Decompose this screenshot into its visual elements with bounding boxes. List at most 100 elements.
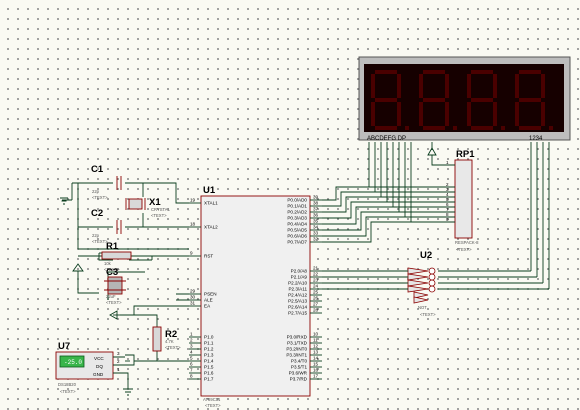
segment (371, 102, 375, 126)
u2-part: NOT (418, 305, 427, 310)
segment (471, 126, 493, 130)
segment (467, 74, 471, 98)
resistor-pack-rp1[interactable]: RP1 RESPACK-8 <TEXT> (454, 149, 479, 252)
c2-ref: C2 (91, 208, 103, 219)
u1-pin-name: ALE (204, 298, 213, 303)
u1-pin-num: 9 (190, 251, 193, 256)
u1-pin-num: 1 (190, 332, 193, 337)
u1-pin-name: P3.3/INT1 (286, 353, 307, 358)
not-gate (407, 279, 429, 287)
u1-pin-num: 38 (313, 201, 319, 206)
u1-pin-num: 14 (313, 356, 319, 361)
u2-text: <TEXT> (420, 312, 436, 317)
rp1-text: <TEXT> (456, 247, 472, 252)
u1-pin-name: P3.2/INT0 (286, 347, 307, 352)
u1-pin-name: P2.2/A10 (288, 281, 307, 286)
u1-pin-name: P3.6/WR (289, 371, 308, 376)
x1-text: <TEXT> (151, 213, 167, 218)
rp1-value: RESPACK-8 (455, 240, 479, 245)
u7-pin-num-3: 3 (117, 351, 120, 356)
segment (519, 126, 541, 130)
u1-ref: U1 (203, 185, 216, 196)
u1-pin-num: 17 (313, 374, 319, 379)
u1-pin-num: 7 (190, 368, 193, 373)
crystal-x1[interactable]: X1 CRYSTAL <TEXT> (125, 197, 171, 218)
u1-pin-name: P1.0 (204, 335, 214, 340)
u1-pin-name: P0.0/AD0 (287, 198, 307, 203)
u7-pin-dq: DQ (96, 364, 103, 369)
u1-pin-name: XTAL2 (204, 225, 218, 230)
u1-pin-num: 5 (190, 356, 193, 361)
r2-value: 4.7K (165, 339, 174, 344)
u7-pin-gnd: GND (93, 372, 104, 377)
rp1-ref: RP1 (456, 149, 475, 160)
u1-pin-name: P2.6/A14 (288, 305, 307, 310)
u1-pin-num: 21 (313, 266, 319, 271)
not-gate (407, 267, 429, 275)
not-gate-bubble (428, 267, 436, 275)
segment (493, 102, 497, 126)
u1-pin-name: P3.1/TXD (287, 341, 308, 346)
u1-pin-name: P2.4/A12 (288, 293, 307, 298)
inverter-u2[interactable]: U2 NOT <TEXT> (407, 250, 436, 317)
capacitor-c3[interactable]: C3 22uF <TEXT> (104, 267, 126, 305)
u1-pin-num: 36 (313, 213, 319, 218)
schematic-canvas[interactable]: ABCDEFG DP 1234 RP1 RESPACK-8 <TEXT> 123… (0, 0, 580, 410)
segment (515, 102, 519, 126)
u1-pin-name: P2.5/A13 (288, 299, 307, 304)
u1-pin-num: 15 (313, 362, 319, 367)
r1-ref: R1 (106, 241, 119, 252)
u7-pin-num-2: 2 (117, 359, 120, 364)
segment (515, 74, 519, 98)
u1-pin-num: 23 (313, 278, 319, 283)
segment (423, 70, 445, 74)
microcontroller-u1[interactable]: U1 AT89C51 <TEXT> 19XTAL118XTAL29RST29PS… (189, 185, 322, 408)
c1-ref: C1 (91, 164, 104, 175)
u1-pin-name: P2.1/A9 (291, 275, 308, 280)
not-gate-bubble (428, 273, 436, 281)
sensor-u7[interactable]: -25.0 U7 DS18B20 <TEXT> VCC DQ GND 3 2 1 (55, 341, 120, 394)
ground-icon (60, 197, 68, 205)
not-gate-bubble (428, 279, 436, 287)
u7-ref: U7 (58, 341, 70, 352)
u1-pin-name: P2.3/A11 (288, 287, 307, 292)
u7-pin-vcc: VCC (94, 356, 104, 361)
segment (375, 126, 397, 130)
u1-pin-num: 4 (190, 350, 193, 355)
not-gate-bubble (428, 285, 436, 293)
segment (397, 74, 401, 98)
u1-pin-num: 29 (190, 289, 196, 294)
u1-pin-num: 3 (190, 344, 193, 349)
segment (445, 74, 449, 98)
segment (419, 102, 423, 126)
u1-pin-num: 34 (313, 225, 319, 230)
u7-pin-num-1: 1 (117, 367, 120, 372)
u1-pin-name: P1.7 (204, 377, 214, 382)
resistor-r2[interactable]: R2 4.7K <TEXT> (152, 326, 181, 352)
u1-pin-name: P0.7/AD7 (287, 240, 307, 245)
u1-pin-name: P1.6 (204, 371, 214, 376)
rp1-pin-num: 9 (446, 217, 449, 222)
u1-pin-name: P0.5/AD5 (287, 228, 307, 233)
u1-pin-num: 6 (190, 362, 193, 367)
u1-pin-name: P0.3/AD3 (287, 216, 307, 221)
c1-value: 22p (92, 189, 100, 194)
u1-pin-num: 24 (313, 284, 319, 289)
capacitor-c1[interactable]: C1 22p <TEXT> (91, 164, 122, 200)
segment (471, 70, 493, 74)
u1-pin-num: 10 (313, 332, 319, 337)
segment (519, 70, 541, 74)
c1-text: <TEXT> (92, 195, 108, 200)
capacitor-c2[interactable]: C2 22p <TEXT> (91, 208, 122, 244)
u1-pin-name: P0.4/AD4 (287, 222, 307, 227)
rp1-pin-num: 1 (446, 160, 449, 165)
u7-part: DS18B20 (58, 382, 77, 387)
u1-pin-name: P3.5/T1 (291, 365, 308, 370)
segment (423, 126, 445, 130)
seven-segment-display[interactable]: ABCDEFG DP 1234 (358, 56, 571, 142)
u1-pin-name: RST (204, 254, 213, 259)
u1-pin-name: P2.0/A8 (291, 269, 308, 274)
u1-pin-num: 16 (313, 368, 319, 373)
u2-ref: U2 (420, 250, 432, 261)
segment (423, 98, 445, 102)
